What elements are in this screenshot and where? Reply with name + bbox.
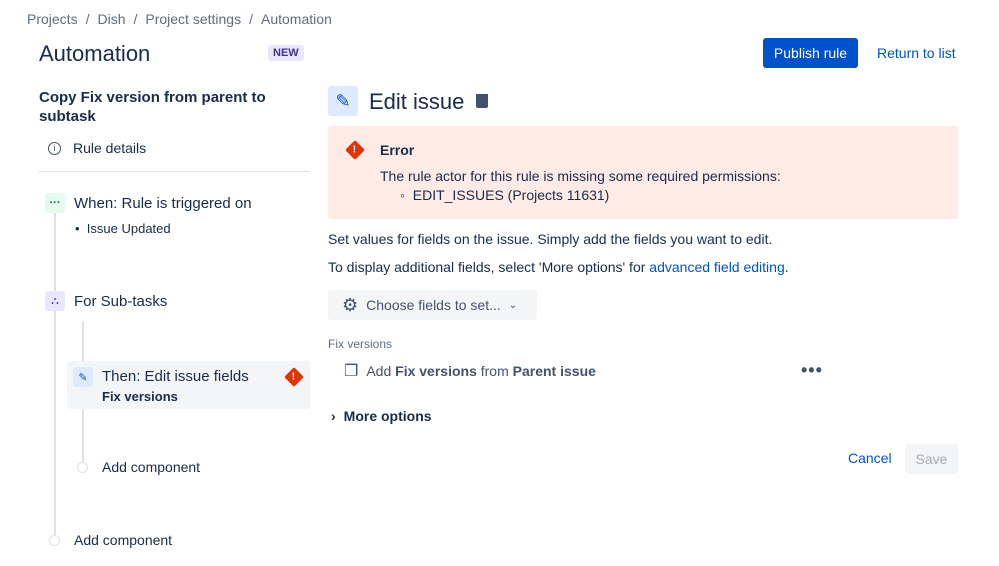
branch-label: For Sub-tasks — [74, 292, 168, 310]
publish-rule-button[interactable]: Publish rule — [763, 38, 858, 68]
add-component-label: Add component — [102, 459, 201, 475]
field-row[interactable]: ❐ Add Fix versions from Parent issue — [344, 361, 596, 381]
rule-name: Copy Fix version from parent to subtask — [39, 89, 266, 125]
breadcrumb: Projects / Dish / Project settings / Automa… — [27, 11, 332, 27]
trigger-label: When: Rule is triggered on — [74, 194, 252, 212]
description: Set values for fields on the issue. Simp… — [328, 231, 773, 247]
save-button[interactable]: Save — [905, 444, 958, 474]
action-sub: Fix versions — [102, 389, 178, 404]
error-icon: ! — [284, 367, 304, 387]
hierarchy-icon: ⛬ — [45, 291, 65, 311]
breadcrumb-dish[interactable]: Dish — [97, 11, 125, 27]
error-banner: ! Error The rule actor for this rule is … — [328, 126, 958, 219]
choose-label: Choose fields to set... — [366, 297, 501, 313]
rule-details-label: Rule details — [73, 140, 147, 156]
new-badge: NEW — [268, 45, 304, 61]
breadcrumb-projects[interactable]: Projects — [27, 11, 78, 27]
action-title: Edit issue — [369, 89, 465, 114]
rule-details-link[interactable]: i Rule details — [48, 140, 146, 156]
more-actions-icon[interactable]: ••• — [801, 360, 823, 381]
separator: / — [249, 11, 253, 27]
error-item: ◦ EDIT_ISSUES (Projects 11631) — [400, 187, 610, 203]
error-message: The rule actor for this rule is missing … — [380, 168, 781, 184]
field-row-text: Add Fix versions from Parent issue — [366, 363, 596, 379]
trigger-step[interactable]: ··· When: Rule is triggered on — [45, 193, 252, 213]
field-label: Fix versions — [328, 337, 393, 351]
node-dot — [77, 461, 88, 473]
chevron-down-icon: ⌄ — [508, 299, 518, 311]
node-dot — [49, 534, 60, 546]
page-title: Automation — [39, 41, 151, 66]
choose-fields-dropdown[interactable]: ⚙ Choose fields to set... ⌄ — [328, 290, 537, 320]
advanced-field-editing-link[interactable]: advanced field editing — [649, 259, 784, 275]
add-component-inner[interactable]: Add component — [77, 459, 200, 475]
pencil-icon: ✎ — [328, 86, 358, 116]
timeline-line — [54, 212, 56, 537]
trigger-item: • Issue Updated — [75, 221, 171, 236]
separator: / — [85, 11, 90, 27]
description-2: To display additional fields, select 'Mo… — [328, 259, 789, 275]
branch-step[interactable]: ⛬ For Sub-tasks — [45, 291, 167, 311]
add-component-label: Add component — [74, 532, 173, 548]
cancel-button[interactable]: Cancel — [848, 450, 892, 466]
trigger-icon: ··· — [45, 193, 65, 213]
separator: / — [133, 11, 138, 27]
breadcrumb-project-settings[interactable]: Project settings — [145, 11, 241, 27]
more-options-label: More options — [343, 408, 432, 424]
return-to-list-link[interactable]: Return to list — [877, 45, 956, 61]
action-step[interactable]: ✎ Then: Edit issue fields Fix versions ! — [67, 361, 310, 409]
copy-icon: ❐ — [344, 363, 359, 380]
pencil-icon: ✎ — [73, 367, 93, 387]
chevron-right-icon: › — [331, 408, 336, 424]
trash-icon[interactable] — [476, 94, 488, 108]
error-title: Error — [380, 142, 415, 158]
error-icon: ! — [345, 140, 365, 160]
divider — [39, 171, 310, 172]
breadcrumb-automation[interactable]: Automation — [261, 11, 332, 27]
action-label: Then: Edit issue fields — [102, 368, 249, 385]
info-icon: i — [48, 141, 61, 155]
more-options-toggle[interactable]: › More options — [331, 408, 432, 424]
add-component-outer[interactable]: Add component — [49, 532, 172, 548]
gear-icon: ⚙ — [342, 294, 359, 315]
